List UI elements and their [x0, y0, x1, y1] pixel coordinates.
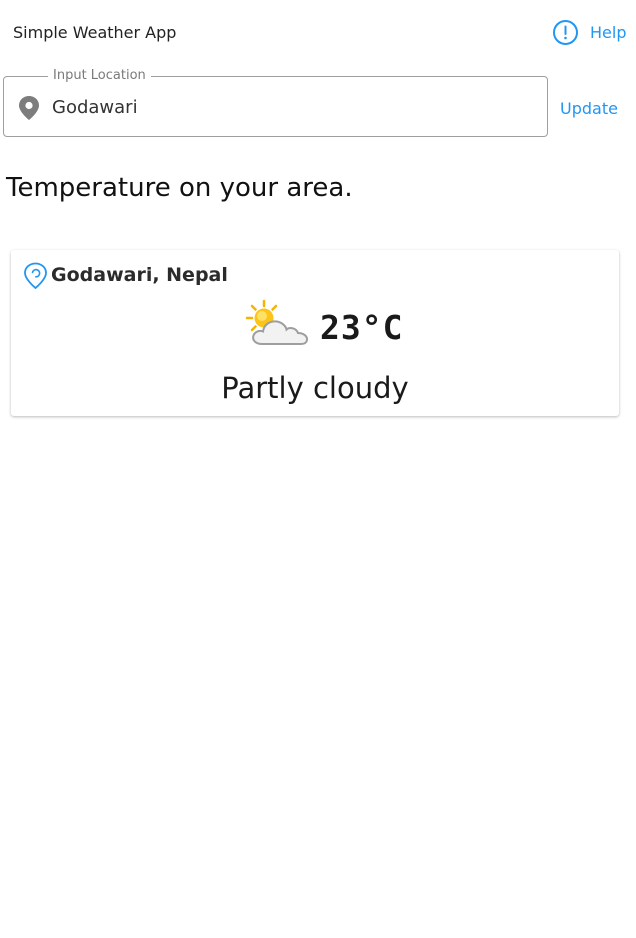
location-field: Input Location: [3, 67, 548, 137]
location-field-label: Input Location: [48, 67, 151, 85]
alert-circle-icon: [552, 19, 579, 46]
partly-cloudy-icon: [244, 298, 314, 350]
location-input[interactable]: [52, 91, 532, 123]
weather-location: Godawari, Nepal: [51, 264, 228, 286]
section-heading: Temperature on your area.: [6, 173, 353, 203]
map-pin-icon: [17, 95, 41, 121]
temperature-value: 23°C: [320, 308, 404, 347]
location-marker-icon: [23, 262, 48, 290]
help-link[interactable]: Help: [552, 17, 626, 47]
help-label: Help: [590, 22, 627, 42]
weather-condition: Partly cloudy: [221, 371, 409, 405]
weather-card: Godawari, Nepal 23°C Partly cloudy: [11, 250, 619, 416]
app-title: Simple Weather App: [13, 23, 177, 42]
update-button[interactable]: Update: [555, 92, 623, 124]
